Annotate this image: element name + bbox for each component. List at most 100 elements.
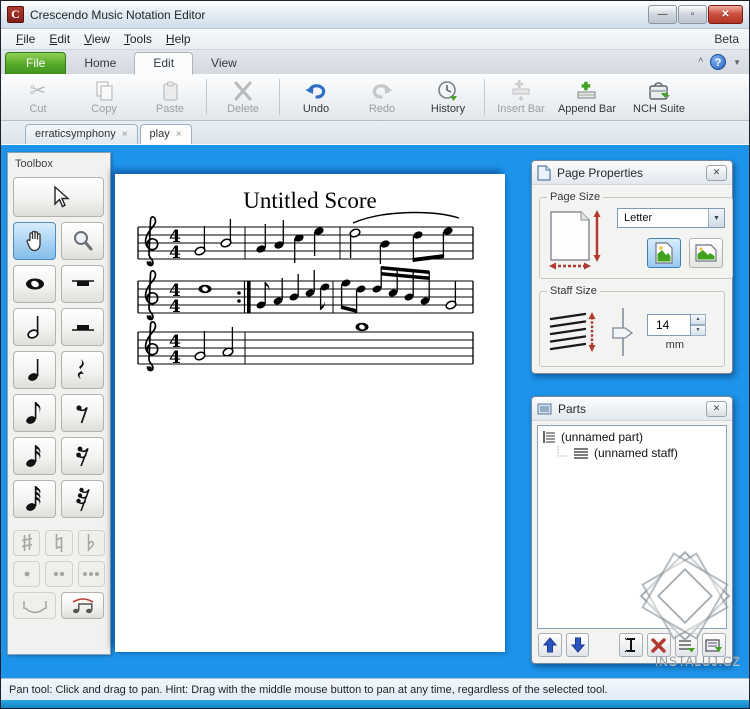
append-bar-button[interactable]: Append Bar	[554, 76, 620, 118]
portrait-page-icon	[655, 242, 673, 264]
maximize-button[interactable]: ▫	[678, 5, 707, 24]
score-page[interactable]: Untitled Score 4 4 4 4 4 4	[115, 174, 505, 652]
sharp-button[interactable]	[13, 530, 41, 556]
tuplet-button[interactable]	[61, 592, 104, 619]
delete-button[interactable]: Delete	[210, 76, 276, 118]
briefcase-icon	[649, 81, 670, 100]
triple-dot-button[interactable]	[77, 561, 105, 587]
whole-note-icon	[25, 278, 44, 290]
landscape-button[interactable]	[689, 238, 723, 268]
copy-button[interactable]: Copy	[71, 76, 137, 118]
redo-button[interactable]: Redo	[349, 76, 415, 118]
nch-suite-button[interactable]: NCH Suite	[620, 76, 698, 118]
menu-tools[interactable]: Tools	[117, 31, 159, 47]
thirtysecond-rest-button[interactable]	[61, 480, 104, 518]
svg-text:4: 4	[169, 243, 181, 263]
append-bar-icon	[577, 81, 596, 98]
whole-note-button[interactable]	[13, 265, 56, 303]
close-panel-button[interactable]: ✕	[706, 400, 727, 417]
half-rest-button[interactable]	[61, 308, 104, 346]
single-dot-icon	[24, 571, 30, 577]
close-tab-icon[interactable]: ×	[176, 129, 182, 140]
ribbon-tab-home[interactable]: Home	[66, 53, 134, 74]
portrait-button[interactable]	[647, 238, 681, 268]
page-properties-header[interactable]: Page Properties ✕	[532, 161, 732, 185]
flat-button[interactable]	[77, 530, 105, 556]
help-icon[interactable]: ?	[710, 54, 727, 70]
page-icon	[537, 164, 551, 181]
cut-button[interactable]: ✂ Cut	[5, 76, 71, 118]
ribbon-tab-view[interactable]: View	[193, 53, 255, 74]
up-arrow-icon	[542, 637, 557, 653]
menu-edit[interactable]: Edit	[42, 31, 77, 47]
natural-icon	[55, 534, 63, 552]
delete-part-button[interactable]	[647, 633, 671, 657]
staff-size-spinner: ▲ ▼	[647, 313, 706, 336]
eighth-rest-button[interactable]	[61, 394, 104, 432]
spin-down-icon[interactable]: ▼	[691, 324, 706, 336]
close-panel-button[interactable]: ✕	[706, 164, 727, 181]
collapse-ribbon-icon[interactable]: ^	[698, 57, 703, 68]
dropdown-arrow-icon[interactable]: ▼	[708, 209, 724, 227]
doc-tab-label: play	[149, 128, 170, 140]
red-x-icon	[651, 637, 667, 653]
select-tool-button[interactable]	[13, 177, 104, 217]
undo-button[interactable]: Undo	[283, 76, 349, 118]
quarter-note-button[interactable]	[13, 351, 56, 389]
sixteenth-note-button[interactable]	[13, 437, 56, 475]
paste-button[interactable]: Paste	[137, 76, 203, 118]
minimize-button[interactable]: —	[648, 5, 677, 24]
spin-up-icon[interactable]: ▲	[691, 313, 706, 325]
tree-item-staff[interactable]: (unnamed staff)	[542, 445, 722, 461]
menu-help[interactable]: Help	[159, 31, 198, 47]
rename-button[interactable]	[619, 633, 644, 657]
close-tab-icon[interactable]: ×	[122, 129, 128, 140]
move-down-button[interactable]	[565, 633, 590, 657]
move-up-button[interactable]	[538, 633, 562, 657]
add-staff-button[interactable]	[702, 633, 727, 657]
toolbox-panel: Toolbox	[7, 152, 111, 655]
add-part-button[interactable]	[674, 633, 699, 657]
natural-button[interactable]	[45, 530, 73, 556]
ribbon-tab-file[interactable]: File	[5, 52, 67, 74]
staff-size-label: Staff Size	[550, 285, 597, 297]
staff-size-slider[interactable]	[609, 306, 637, 358]
quarter-rest-button[interactable]	[61, 351, 104, 389]
insert-bar-button[interactable]: Insert Bar	[488, 76, 554, 118]
staff-size-input[interactable]	[647, 313, 691, 336]
sixteenth-rest-button[interactable]	[61, 437, 104, 475]
parts-header[interactable]: Parts ✕	[532, 397, 732, 421]
history-button[interactable]: History	[415, 76, 481, 118]
dot-button[interactable]	[13, 561, 41, 587]
half-note-button[interactable]	[13, 308, 56, 346]
staff-size-group: Staff Size ▲	[539, 285, 725, 367]
zoom-tool-button[interactable]	[61, 222, 104, 260]
tie-button[interactable]	[13, 592, 56, 619]
page-size-select[interactable]: Letter ▼	[617, 208, 725, 228]
tree-item-part[interactable]: (unnamed part)	[542, 429, 722, 445]
parts-toolbar	[532, 633, 732, 657]
document-tab-bar: erraticsymphony × play ×	[1, 121, 749, 145]
pan-tool-button[interactable]	[13, 222, 56, 260]
status-bar: Pan tool: Click and drag to pan. Hint: D…	[1, 678, 749, 700]
quarter-rest-icon	[77, 359, 84, 379]
parts-panel: Parts ✕ (unnamed part) (unnamed staff)	[531, 396, 733, 664]
doc-tab-erraticsymphony[interactable]: erraticsymphony ×	[25, 124, 138, 144]
menu-file[interactable]: File	[9, 31, 42, 47]
parts-tree[interactable]: (unnamed part) (unnamed staff)	[537, 425, 727, 629]
thirtysecond-note-button[interactable]	[13, 480, 56, 518]
score-canvas[interactable]: Toolbox Untitled Score 4 4 4 4 4 4 Page …	[1, 145, 749, 678]
tuplet-icon	[72, 597, 93, 613]
sharp-icon	[21, 534, 32, 551]
double-dot-button[interactable]	[45, 561, 73, 587]
part-icon	[543, 431, 555, 443]
whole-rest-button[interactable]	[61, 265, 104, 303]
eighth-note-button[interactable]	[13, 394, 56, 432]
menu-view[interactable]: View	[77, 31, 117, 47]
score-notation: 4 4 4 4 4 4	[137, 211, 474, 372]
doc-tab-play[interactable]: play ×	[139, 124, 192, 144]
chevron-down-icon[interactable]: ▼	[733, 58, 741, 67]
ribbon-tab-edit[interactable]: Edit	[134, 52, 194, 75]
close-button[interactable]: ✕	[708, 5, 743, 24]
staff-icon	[574, 448, 588, 459]
